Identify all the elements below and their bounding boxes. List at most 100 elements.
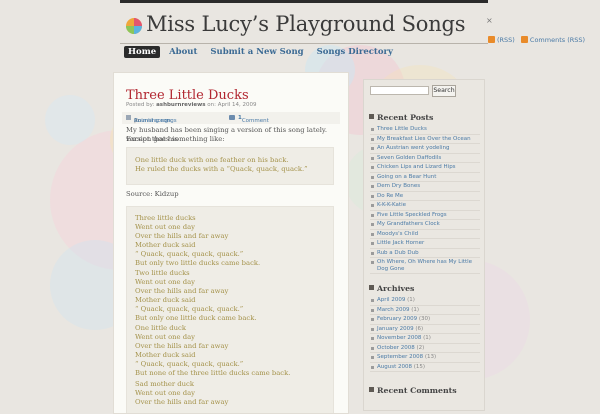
comments-rss-link[interactable]: Comments (RSS) (530, 36, 585, 44)
recent-post-link[interactable]: Little Jack Horner (377, 240, 424, 246)
archive-count: (2) (416, 344, 425, 351)
nav-home[interactable]: Home (124, 46, 161, 58)
recent-post-link[interactable]: My Breakfast Lies Over the Ocean (377, 136, 471, 142)
archive-count: (6) (415, 325, 424, 332)
list-item[interactable]: Five Little Speckled Frogs (370, 211, 480, 220)
recent-post-link[interactable]: Rub a Dub Dub (377, 250, 419, 256)
recent-post-link[interactable]: Five Little Speckled Frogs (377, 212, 447, 218)
logo-icon (126, 18, 142, 34)
archive-link[interactable]: March 2009 (377, 307, 410, 313)
verse-line: Over the hills and far away (135, 398, 229, 406)
sidebar: Search Recent Posts Three Little Ducks M… (363, 79, 485, 411)
recent-post-link[interactable]: Seven Golden Daffodils (377, 155, 441, 161)
list-item[interactable]: October 2008 (2) (370, 344, 480, 353)
list-item[interactable]: Seven Golden Daffodils (370, 154, 480, 163)
verse-line: Three little ducks (135, 214, 196, 222)
meta-on: on: (207, 102, 216, 108)
close-icon[interactable]: × (486, 16, 493, 25)
list-item[interactable]: Three Little Ducks (370, 125, 480, 135)
verse-line: Went out one day (135, 223, 195, 231)
recent-post-link[interactable]: K-K-K-Katie (377, 202, 406, 208)
verse-line: Went out one day (135, 389, 195, 397)
list-item[interactable]: September 2008 (13) (370, 353, 480, 363)
list-item[interactable]: Dem Dry Bones (370, 182, 480, 192)
recent-posts-title: Recent Posts (377, 113, 434, 122)
nav-songs-directory[interactable]: Songs Directory (313, 46, 397, 58)
list-item[interactable]: Rub a Dub Dub (370, 249, 480, 258)
archive-link[interactable]: November 2008 (377, 335, 421, 341)
list-item[interactable]: Chicken Lips and Lizard Hips (370, 163, 480, 173)
list-item[interactable]: My Breakfast Lies Over the Ocean (370, 135, 480, 144)
verse-line: Over the hills and far away (135, 287, 229, 295)
meta-prefix: Posted by: (126, 102, 155, 108)
verse-line: Two little ducks (135, 269, 190, 277)
list-item[interactable]: August 2008 (15) (370, 363, 480, 372)
list-item[interactable]: My Grandfathers Clock (370, 220, 480, 230)
folder-icon (126, 115, 131, 120)
verse-line: Over the hills and far away (135, 342, 229, 350)
archive-link[interactable]: January 2009 (377, 326, 414, 332)
list-item[interactable]: April 2009 (1) (370, 296, 480, 306)
list-item[interactable]: March 2009 (1) (370, 306, 480, 315)
list-item[interactable]: February 2009 (30) (370, 315, 480, 325)
recent-post-link[interactable]: Oh Where, Oh Where has My Little Dog Gon… (377, 259, 472, 272)
archive-link[interactable]: April 2009 (377, 297, 405, 303)
archive-count: (1) (411, 306, 420, 313)
list-item[interactable]: K-K-K-Katie (370, 201, 480, 211)
comments-rss-icon (520, 36, 528, 43)
list-item[interactable]: Do Re Me (370, 192, 480, 201)
widget-bullet-icon (369, 387, 374, 392)
recent-post-link[interactable]: Going on a Bear Hunt (377, 174, 436, 180)
list-item[interactable]: Moodys's Child (370, 230, 480, 239)
site-title[interactable]: Miss Lucy’s Playground Songs (146, 12, 466, 36)
recent-post-link[interactable]: Moodys's Child (377, 231, 418, 237)
recent-post-link[interactable]: An Austrian went yodeling (377, 145, 449, 151)
category-counting-songs[interactable]: Counting songs (134, 118, 177, 124)
archive-link[interactable]: February 2009 (377, 316, 417, 322)
list-item[interactable]: Oh Where, Oh Where has My Little Dog Gon… (370, 258, 480, 274)
rss-link[interactable]: (RSS) (497, 36, 515, 44)
post-author: ashburnreviews (156, 102, 206, 108)
verse-line: “ Quack, quack, quack, quack.” (135, 250, 244, 258)
archive-link[interactable]: October 2008 (377, 345, 415, 351)
verse-line: Over the hills and far away (135, 232, 229, 240)
recent-comments-title: Recent Comments (377, 386, 457, 395)
list-item[interactable]: Little Jack Horner (370, 239, 480, 249)
list-item[interactable]: November 2008 (1) (370, 334, 480, 344)
recent-posts-heading: Recent Posts (369, 113, 433, 122)
archive-count: (1) (423, 335, 431, 341)
recent-post-link[interactable]: Do Re Me (377, 193, 403, 199)
site-header: Miss Lucy’s Playground Songs (RSS) Comme… (124, 12, 585, 44)
recent-post-link[interactable]: My Grandfathers Clock (377, 221, 440, 227)
quote-line: One little duck with one feather on his … (135, 156, 289, 164)
verse-line: But only two little ducks came back. (135, 259, 261, 267)
verse-line: Mother duck said (135, 296, 196, 304)
source-line: Source: Kidzup (126, 190, 179, 198)
archive-link[interactable]: September 2008 (377, 354, 423, 360)
archives-list: April 2009 (1) March 2009 (1) February 2… (370, 296, 480, 372)
list-item[interactable]: Going on a Bear Hunt (370, 173, 480, 182)
nav-about[interactable]: About (165, 46, 201, 58)
header-divider (120, 43, 488, 44)
search-input[interactable] (370, 86, 429, 95)
rss-icon (488, 36, 495, 43)
verse-line: “ Quack, quack, quack, quack.” (135, 305, 244, 313)
nav-submit-song[interactable]: Submit a New Song (206, 46, 307, 58)
post-title[interactable]: Three Little Ducks (126, 88, 249, 103)
list-item[interactable]: An Austrian went yodeling (370, 144, 480, 154)
archive-count: (1) (407, 297, 415, 303)
recent-post-link[interactable]: Three Little Ducks (377, 126, 427, 132)
verse-line: Sad mother duck (135, 380, 194, 388)
comment-icon (229, 115, 235, 120)
main-nav: Home About Submit a New Song Songs Direc… (124, 46, 399, 58)
list-item[interactable]: January 2009 (6) (370, 325, 480, 334)
post-area: Three Little Ducks Posted by: ashburnrev… (113, 72, 349, 414)
verse-line: One little duck (135, 324, 186, 332)
search-button[interactable]: Search (432, 85, 456, 97)
comment-link[interactable]: 1 Comment (238, 115, 269, 124)
recent-post-link[interactable]: Dem Dry Bones (377, 183, 420, 189)
recent-post-link[interactable]: Chicken Lips and Lizard Hips (377, 164, 456, 170)
post-meta: Posted by: ashburnreviews on: April 14, … (126, 102, 257, 108)
archive-link[interactable]: August 2008 (377, 364, 412, 370)
rss-links: (RSS) Comments (RSS) (488, 36, 585, 44)
